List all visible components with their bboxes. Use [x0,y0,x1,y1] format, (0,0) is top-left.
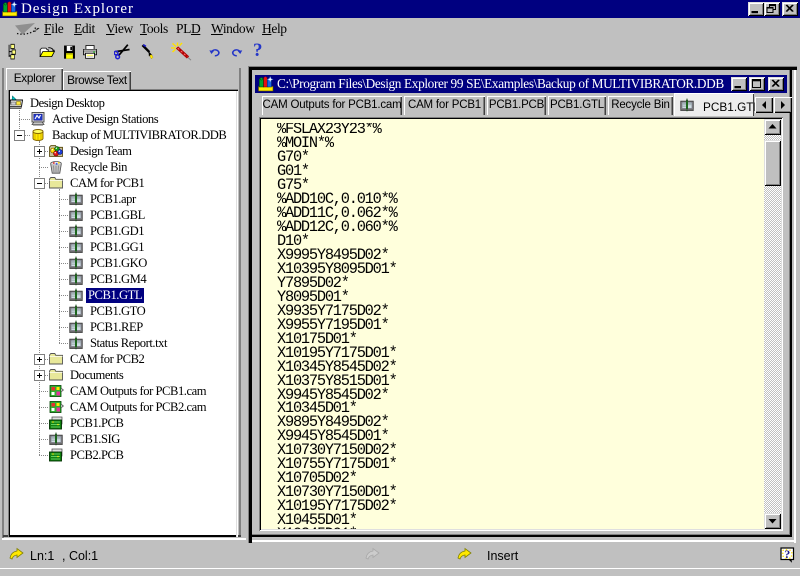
svg-text:?: ? [784,547,790,561]
